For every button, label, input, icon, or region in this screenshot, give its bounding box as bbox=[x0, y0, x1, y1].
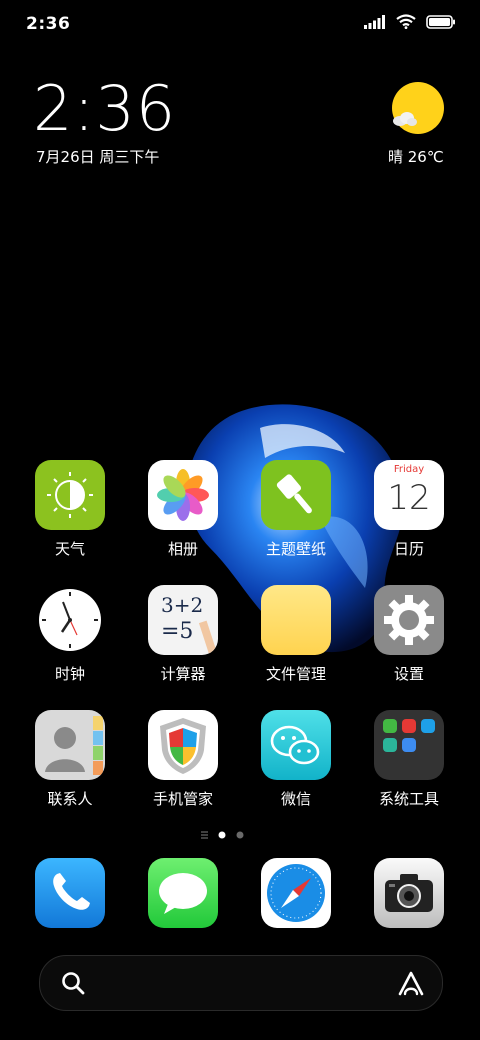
sunny-weather-icon bbox=[392, 82, 444, 134]
app-label: 系统工具 bbox=[378, 790, 439, 808]
status-icons bbox=[364, 14, 456, 29]
photos-icon bbox=[148, 460, 218, 530]
weather-icon bbox=[35, 460, 105, 530]
weather-summary: 晴 26℃ bbox=[388, 148, 444, 166]
app-photos[interactable]: 相册 bbox=[133, 460, 233, 559]
app-weather[interactable]: 天气 bbox=[20, 460, 120, 559]
app-themes[interactable]: 主题壁纸 bbox=[246, 460, 346, 559]
page-dot-active bbox=[218, 831, 226, 839]
security-shield-icon bbox=[148, 710, 218, 780]
messages-icon[interactable] bbox=[148, 858, 218, 928]
app-label: 时钟 bbox=[54, 665, 85, 683]
app-phone-manager[interactable]: 手机管家 bbox=[133, 710, 233, 809]
camera-icon[interactable] bbox=[374, 858, 444, 928]
app-settings[interactable]: 设置 bbox=[359, 585, 459, 684]
calendar-icon: Friday 12 bbox=[374, 460, 444, 530]
calculator-line-2: =5 bbox=[161, 619, 194, 644]
app-wechat[interactable]: 微信 bbox=[246, 710, 346, 809]
app-label: 微信 bbox=[280, 790, 311, 808]
app-label: 天气 bbox=[54, 540, 85, 558]
calculator-line-1: 3+2 bbox=[161, 593, 204, 617]
gear-icon bbox=[374, 585, 444, 655]
battery-icon bbox=[426, 14, 455, 29]
calculator-icon: 3+2 =5 bbox=[148, 585, 218, 655]
app-label: 日历 bbox=[393, 540, 424, 558]
app-label: 文件管理 bbox=[265, 665, 326, 683]
clock-widget-time[interactable]: 2:36 bbox=[33, 74, 176, 144]
compass-browser-icon[interactable] bbox=[261, 858, 331, 928]
app-label: 联系人 bbox=[47, 790, 93, 808]
app-label: 计算器 bbox=[160, 665, 206, 683]
phone-icon[interactable] bbox=[35, 858, 105, 928]
cellular-signal-icon bbox=[364, 14, 385, 29]
search-icon bbox=[62, 972, 85, 995]
app-label: 设置 bbox=[393, 665, 424, 683]
app-calculator[interactable]: 3+2 =5 计算器 bbox=[133, 585, 233, 684]
status-time: 2:36 bbox=[26, 14, 71, 34]
calendar-weekday: Friday bbox=[393, 464, 425, 475]
app-system-tools[interactable]: 系统工具 bbox=[359, 710, 459, 809]
themes-icon bbox=[261, 460, 331, 530]
wechat-icon bbox=[261, 710, 331, 780]
page-indicator[interactable] bbox=[200, 829, 250, 841]
home-list-icon bbox=[201, 831, 208, 839]
pencil-icon bbox=[198, 620, 218, 655]
app-contacts[interactable]: 联系人 bbox=[20, 710, 120, 809]
search-bar[interactable] bbox=[39, 955, 443, 1011]
app-label: 主题壁纸 bbox=[265, 540, 326, 558]
status-bar: 2:36 bbox=[0, 0, 480, 50]
assistant-logo-icon[interactable] bbox=[396, 969, 426, 997]
wifi-icon bbox=[396, 14, 416, 29]
app-clock[interactable]: 时钟 bbox=[20, 585, 120, 684]
clock-widget-date: 7月26日 周三下午 bbox=[36, 148, 160, 166]
app-label: 手机管家 bbox=[152, 790, 213, 808]
calendar-day: 12 bbox=[387, 478, 431, 518]
cloud-icon bbox=[393, 112, 417, 126]
system-tools-folder-icon bbox=[374, 710, 444, 780]
app-label: 相册 bbox=[167, 540, 198, 558]
contacts-icon bbox=[35, 710, 105, 780]
app-calendar[interactable]: Friday 12 日历 bbox=[359, 460, 459, 559]
app-files[interactable]: 文件管理 bbox=[246, 585, 346, 684]
page-dot bbox=[236, 831, 244, 839]
clock-icon bbox=[35, 585, 105, 655]
folder-icon bbox=[261, 585, 331, 655]
